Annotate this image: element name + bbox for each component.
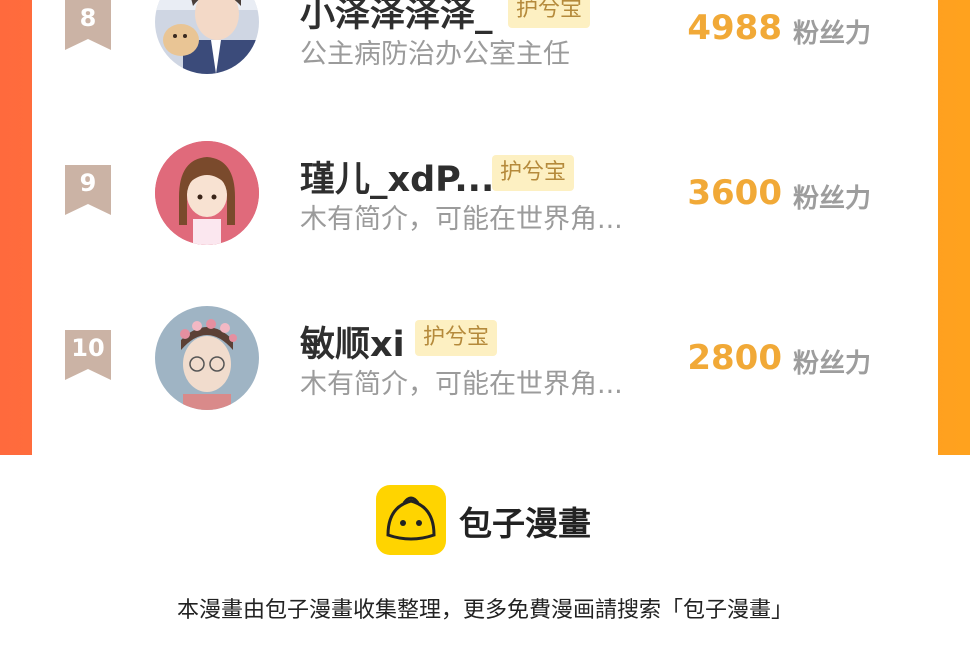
rank-number: 8: [79, 4, 97, 32]
ranking-background: 8 小泽泽泽泽_ 护兮宝 公主病防治办公室主任 4988 粉丝力 9 瑾儿_xd…: [0, 0, 970, 455]
bun-logo-icon: [376, 485, 446, 555]
rank-badge: 9: [65, 165, 111, 215]
fan-score-label: 粉丝力: [793, 184, 872, 214]
ranking-row[interactable]: 10 敏顺xi 护兮宝 木有简介，可能在世界角... 2800 粉丝力: [32, 300, 938, 420]
guardian-tag: 护兮宝: [508, 0, 591, 28]
rank-badge: 10: [65, 330, 111, 380]
user-bio: 木有简介，可能在世界角...: [300, 369, 623, 400]
fan-score: 2800: [687, 338, 782, 378]
user-name[interactable]: 敏顺xi: [300, 316, 405, 367]
user-bio: 木有简介，可能在世界角...: [300, 204, 623, 235]
avatar-boy-with-dog-icon[interactable]: [155, 0, 259, 74]
guardian-tag: 护兮宝: [492, 155, 575, 191]
ranking-row[interactable]: 8 小泽泽泽泽_ 护兮宝 公主病防治办公室主任 4988 粉丝力: [32, 0, 938, 90]
source-notice: 本漫畫由包子漫畫收集整理，更多免費漫画請搜索「包子漫畫」: [176, 598, 793, 623]
rank-number: 10: [71, 334, 105, 362]
rank-number: 9: [79, 169, 97, 197]
fan-score-label: 粉丝力: [793, 349, 872, 379]
ranking-card: 8 小泽泽泽泽_ 护兮宝 公主病防治办公室主任 4988 粉丝力 9 瑾儿_xd…: [32, 0, 938, 455]
brand-name: 包子漫畫: [459, 504, 591, 543]
fan-score: 3600: [687, 173, 782, 213]
fan-score: 4988: [687, 8, 782, 48]
ranking-row[interactable]: 9 瑾儿_xdP... 护兮宝 木有简介，可能在世界角... 3600 粉丝力: [32, 135, 938, 255]
avatar-boy-flower-crown-icon[interactable]: [155, 306, 259, 410]
avatar-girl-braids-icon[interactable]: [155, 141, 259, 245]
user-name[interactable]: 瑾儿_xdP...: [300, 151, 494, 202]
rank-badge: 8: [65, 0, 111, 50]
guardian-tag: 护兮宝: [415, 320, 498, 356]
fan-score-label: 粉丝力: [793, 19, 872, 49]
user-bio: 公主病防治办公室主任: [300, 39, 570, 70]
